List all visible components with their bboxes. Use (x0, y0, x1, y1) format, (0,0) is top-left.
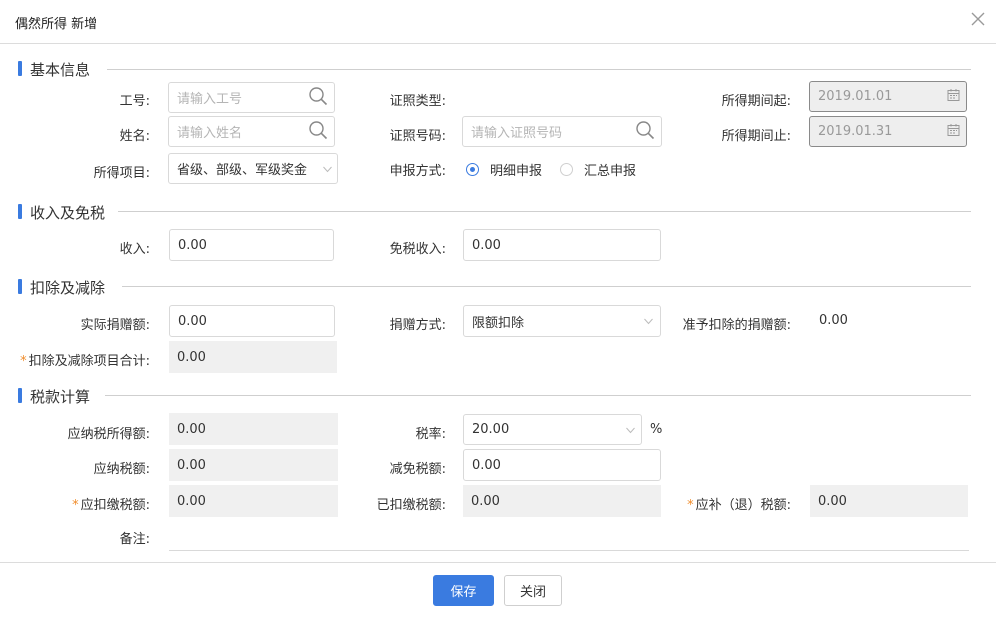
chevron-down-icon (626, 422, 635, 437)
donation-value: 0.00 (178, 313, 207, 329)
allowed-donation-label: 准予扣除的捐赠额: (682, 318, 791, 333)
deduction-total-label-text: 扣除及减除项目合计: (28, 354, 150, 369)
calendar-icon[interactable] (947, 88, 960, 105)
percent-unit: % (650, 422, 663, 437)
period-end-date[interactable]: 2019.01.31 (809, 116, 967, 147)
emp-no-input[interactable]: 请输入工号 (168, 82, 335, 113)
section-title-tax: 税款计算 (30, 388, 91, 406)
refund-value: 0.00 (818, 493, 847, 509)
save-button[interactable]: 保存 (433, 575, 494, 606)
tax-rate-label: 税率: (415, 427, 446, 442)
emp-no-placeholder: 请输入工号 (177, 92, 243, 107)
tax-reduction-input[interactable]: 0.00 (463, 449, 661, 481)
exempt-income-input[interactable]: 0.00 (463, 229, 661, 261)
period-start-value: 2019.01.01 (818, 89, 893, 104)
name-input[interactable]: 请输入姓名 (168, 116, 335, 147)
income-label: 收入: (119, 242, 150, 257)
exempt-income-label: 免税收入: (389, 242, 446, 257)
name-placeholder: 请输入姓名 (177, 126, 243, 141)
tax-rate-value: 20.00 (472, 422, 510, 437)
withheld-label: 已扣缴税额: (376, 498, 446, 513)
donation-label: 实际捐赠额: (80, 318, 150, 333)
withholding-value: 0.00 (177, 493, 206, 509)
exempt-income-value: 0.00 (472, 237, 501, 253)
income-item-label: 所得项目: (93, 166, 150, 181)
period-end-label: 所得期间止: (721, 129, 791, 144)
remark-input[interactable] (169, 521, 969, 551)
allowed-donation-value: 0.00 (819, 313, 848, 328)
donation-method-select[interactable]: 限额扣除 (463, 305, 661, 337)
income-input[interactable]: 0.00 (169, 229, 334, 261)
income-item-value: 省级、部级、军级奖金 (177, 163, 308, 178)
required-marker: * (72, 498, 79, 513)
section-title-income: 收入及免税 (30, 204, 106, 222)
tax-payable-field: 0.00 (169, 449, 338, 481)
close-icon[interactable] (968, 9, 988, 29)
tax-rate-select[interactable]: 20.00 (463, 414, 642, 445)
divider (118, 211, 971, 212)
name-label: 姓名: (119, 129, 150, 144)
search-icon[interactable] (635, 120, 655, 144)
id-no-input[interactable]: 请输入证照号码 (462, 116, 662, 147)
tax-reduction-label: 减免税额: (389, 462, 446, 477)
footer-divider (0, 562, 996, 563)
id-no-placeholder: 请输入证照号码 (471, 126, 563, 141)
refund-label-text: 应补（退）税额: (695, 498, 791, 513)
section-marker (18, 61, 22, 76)
close-button[interactable]: 关闭 (504, 575, 562, 606)
deduction-total-value: 0.00 (177, 349, 206, 365)
filing-option-detail-label: 明细申报 (490, 164, 543, 179)
refund-field: 0.00 (810, 485, 968, 517)
section-marker (18, 279, 22, 294)
radio-selected[interactable] (466, 163, 479, 176)
refund-label: * 应补（退）税额: (660, 494, 791, 513)
withholding-field: 0.00 (169, 485, 338, 517)
filing-label: 申报方式: (389, 164, 446, 179)
withholding-label: * 应扣缴税额: (30, 494, 150, 513)
required-marker: * (687, 498, 694, 513)
divider (122, 286, 971, 287)
section-title-deduction: 扣除及减除 (30, 279, 106, 297)
tax-reduction-value: 0.00 (472, 457, 501, 473)
taxable-income-value: 0.00 (177, 421, 206, 437)
search-icon[interactable] (308, 86, 328, 110)
tax-payable-label: 应纳税额: (93, 462, 150, 477)
donation-method-value: 限额扣除 (472, 315, 525, 331)
required-marker: * (20, 354, 27, 369)
divider (107, 69, 971, 70)
donation-method-label: 捐赠方式: (389, 318, 446, 333)
filing-option-summary[interactable]: 汇总申报 (560, 160, 636, 179)
deduction-total-label: * 扣除及减除项目合计: (0, 350, 150, 369)
taxable-income-label: 应纳税所得额: (67, 427, 150, 442)
income-item-select[interactable]: 省级、部级、军级奖金 (168, 153, 338, 184)
taxable-income-field: 0.00 (169, 413, 338, 445)
tax-payable-value: 0.00 (177, 457, 206, 473)
donation-input[interactable]: 0.00 (169, 305, 335, 337)
filing-option-summary-label: 汇总申报 (584, 164, 637, 179)
section-marker (18, 204, 22, 219)
chevron-down-icon (644, 314, 653, 329)
divider (105, 395, 971, 396)
income-value: 0.00 (178, 237, 207, 253)
withheld-field: 0.00 (463, 485, 661, 517)
period-end-value: 2019.01.31 (818, 124, 893, 139)
remark-label: 备注: (119, 532, 150, 547)
dialog-title: 偶然所得 新增 (15, 17, 98, 32)
id-no-label: 证照号码: (389, 129, 446, 144)
withheld-value: 0.00 (471, 493, 500, 509)
chevron-down-icon (323, 161, 332, 176)
section-title-basic: 基本信息 (30, 61, 91, 79)
calendar-icon[interactable] (947, 123, 960, 140)
emp-no-label: 工号: (119, 94, 150, 109)
period-start-date[interactable]: 2019.01.01 (809, 81, 967, 112)
deduction-total-field: 0.00 (169, 341, 337, 373)
withholding-label-text: 应扣缴税额: (80, 498, 150, 513)
id-type-label: 证照类型: (389, 94, 446, 109)
section-marker (18, 388, 22, 403)
period-start-label: 所得期间起: (721, 94, 791, 109)
filing-option-detail[interactable]: 明细申报 (466, 160, 542, 179)
dialog-titlebar (0, 0, 996, 44)
radio-unselected[interactable] (560, 163, 573, 176)
search-icon[interactable] (308, 120, 328, 144)
